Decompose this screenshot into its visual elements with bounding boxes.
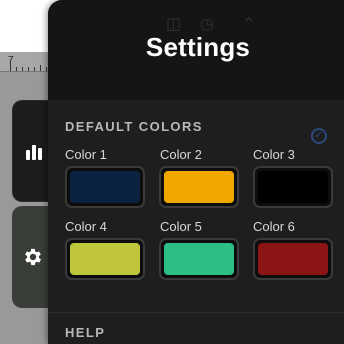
ghost-toolbar-icon: ◷ xyxy=(200,16,214,33)
color-swatch-2[interactable] xyxy=(159,166,239,208)
ruler-tick xyxy=(16,67,17,71)
color-swatch-5[interactable] xyxy=(159,238,239,280)
panel-header: ◫ ◷ ⌃ Settings xyxy=(48,0,344,100)
color-swatch-fill xyxy=(258,171,328,203)
gear-icon xyxy=(25,248,41,266)
ruler-tick xyxy=(28,67,29,71)
color-label: Color 2 xyxy=(160,147,202,162)
ruler-tick xyxy=(46,67,47,71)
color-swatch-4[interactable] xyxy=(65,238,145,280)
settings-panel: ◫ ◷ ⌃ Settings DEFAULT COLORS ✓ Color 1 … xyxy=(48,0,344,344)
bar-chart-icon xyxy=(26,145,42,160)
color-label: Color 4 xyxy=(65,219,107,234)
divider xyxy=(48,312,344,313)
color-swatch-fill xyxy=(258,243,328,275)
color-label: Color 5 xyxy=(160,219,202,234)
color-swatch-3[interactable] xyxy=(253,166,333,208)
ghost-toolbar-icon: ⌃ xyxy=(242,16,256,33)
ghost-toolbar-icon: ◫ xyxy=(166,16,182,33)
color-swatch-6[interactable] xyxy=(253,238,333,280)
settings-content: DEFAULT COLORS ✓ Color 1 Color 2 Color 3… xyxy=(48,100,344,344)
color-label: Color 6 xyxy=(253,219,295,234)
check-icon: ✓ xyxy=(311,128,327,144)
ruler-tick xyxy=(40,65,41,71)
ruler-tick xyxy=(10,63,11,71)
section-title-default-colors: DEFAULT COLORS xyxy=(65,119,203,134)
section-title-help: HELP xyxy=(65,325,106,340)
color-swatch-fill xyxy=(164,243,234,275)
color-swatch-fill xyxy=(70,171,140,203)
color-swatch-fill xyxy=(70,243,140,275)
ruler-tick xyxy=(34,67,35,71)
app-screen: 7 8 ◫ ◷ ⌃ Settings xyxy=(0,0,344,344)
ruler-tick xyxy=(22,67,23,71)
color-label: Color 1 xyxy=(65,147,107,162)
page-title: Settings xyxy=(145,32,251,62)
color-label: Color 3 xyxy=(253,147,295,162)
color-swatch-fill xyxy=(164,171,234,203)
color-swatch-1[interactable] xyxy=(65,166,145,208)
